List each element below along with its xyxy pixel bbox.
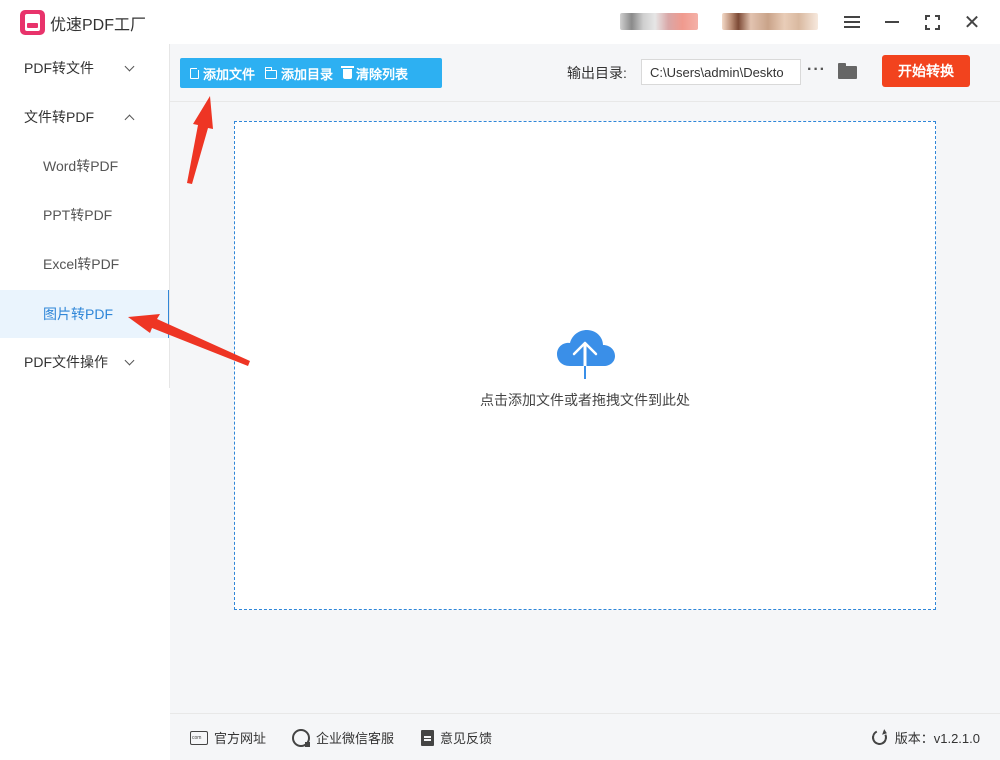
- blurred-user-info: [620, 13, 698, 30]
- add-file-button[interactable]: 添加文件: [180, 58, 255, 88]
- website-icon: [190, 730, 208, 745]
- blurred-account-info: [722, 13, 818, 30]
- file-dropzone[interactable]: 点击添加文件或者拖拽文件到此处: [234, 121, 936, 610]
- start-convert-button[interactable]: 开始转换: [882, 55, 970, 87]
- sidebar-item-excel-to-pdf[interactable]: Excel转PDF: [0, 240, 170, 288]
- file-icon: [190, 67, 200, 79]
- pdf-logo-icon: [20, 10, 45, 35]
- chevron-up-icon: [124, 114, 135, 125]
- hamburger-menu-icon[interactable]: [840, 10, 864, 34]
- refresh-icon: [869, 727, 889, 748]
- chevron-down-icon: [124, 61, 135, 72]
- file-actions-group: 添加文件 添加目录 清除列表: [180, 58, 442, 88]
- open-folder-icon[interactable]: [838, 63, 857, 79]
- sidebar-item-pdf-to-file[interactable]: PDF转文件: [0, 44, 170, 92]
- add-folder-button[interactable]: 添加目录: [255, 58, 333, 88]
- toolbar: 添加文件 添加目录 清除列表 输出目录: ··· 开始转换: [170, 44, 1000, 102]
- sidebar-item-pdf-operations[interactable]: PDF文件操作: [0, 338, 170, 386]
- official-website-link[interactable]: 官方网址: [190, 728, 266, 747]
- output-dir-label: 输出目录:: [567, 65, 627, 81]
- version-info[interactable]: 版本：v1.2.1.0: [869, 727, 980, 748]
- cloud-upload-icon: [557, 330, 615, 379]
- chat-icon: [292, 728, 310, 747]
- maximize-icon[interactable]: [920, 10, 944, 34]
- folder-icon: [264, 66, 278, 79]
- dropzone-hint: 点击添加文件或者拖拽文件到此处: [480, 392, 690, 408]
- chevron-down-icon: [124, 355, 135, 366]
- sidebar-item-image-to-pdf[interactable]: 图片转PDF: [0, 290, 170, 338]
- clear-list-button[interactable]: 清除列表: [333, 58, 408, 88]
- sidebar-item-word-to-pdf[interactable]: Word转PDF: [0, 142, 170, 190]
- wechat-service-link[interactable]: 企业微信客服: [292, 728, 394, 747]
- main-panel: 添加文件 添加目录 清除列表 输出目录: ··· 开始转换 点击添加文件或者拖拽…: [170, 44, 1000, 760]
- close-icon[interactable]: ✕: [960, 10, 984, 34]
- trash-icon: [341, 66, 355, 79]
- sidebar-item-ppt-to-pdf[interactable]: PPT转PDF: [0, 191, 170, 239]
- footer: 官方网址 企业微信客服 意见反馈 版本：v1.2.1.0: [170, 713, 1000, 760]
- sidebar-item-file-to-pdf[interactable]: 文件转PDF: [0, 93, 170, 141]
- output-dir-input[interactable]: [641, 59, 801, 85]
- feedback-icon: [421, 729, 434, 746]
- app-title: 优速PDF工厂: [50, 17, 147, 34]
- sidebar: PDF转文件 文件转PDF Word转PDF PPT转PDF Excel转PDF…: [0, 44, 170, 760]
- more-options-button[interactable]: ···: [807, 62, 826, 78]
- title-bar: 优速PDF工厂 ✕: [0, 0, 1000, 44]
- feedback-link[interactable]: 意见反馈: [421, 728, 492, 747]
- minimize-icon[interactable]: [880, 10, 904, 34]
